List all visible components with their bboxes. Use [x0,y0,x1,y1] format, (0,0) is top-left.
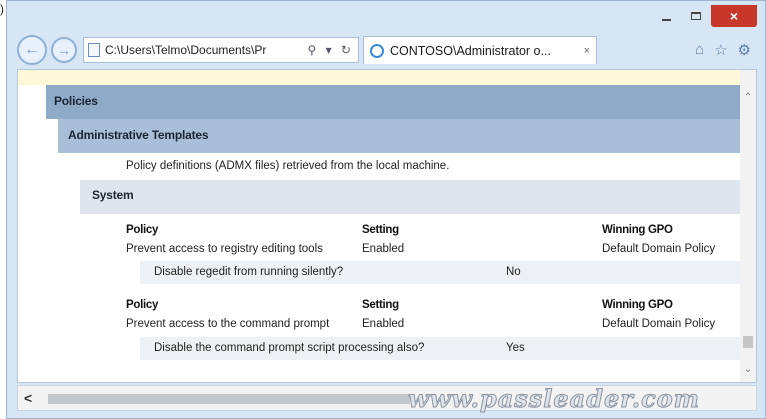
table-row: Prevent access to the command prompt Ena… [126,316,742,334]
policy-name: Prevent access to the command prompt [126,318,330,330]
table-header-row: Policy Setting Winning GPO [126,222,742,240]
window-controls: × [651,5,757,29]
scroll-up-icon[interactable]: ⌃ [740,88,756,106]
sub-setting-row: Disable the command prompt script proces… [140,337,742,360]
favorites-icon[interactable]: ☆ [714,41,727,59]
admin-templates-header[interactable]: Administrative Templates [58,119,742,153]
col-winning-gpo: Winning GPO [602,299,673,311]
policy-setting: Enabled [362,243,405,255]
policy-setting: Enabled [362,318,405,330]
vertical-scrollbar[interactable]: ⌃ ⌄ [740,70,756,382]
ie-icon [370,43,384,58]
policies-header[interactable]: Policies [46,85,742,119]
table-row: Prevent access to registry editing tools… [126,241,742,259]
forward-button[interactable]: → [51,37,77,63]
col-setting: Setting [362,299,399,311]
tab-title[interactable]: CONTOSO\Administrator o... [390,44,578,58]
home-icon[interactable]: ⌂ [695,41,704,59]
admx-description: Policy definitions (ADMX files) retrieve… [126,160,450,172]
horizontal-scroll-thumb[interactable] [48,394,410,404]
scroll-thumb[interactable] [743,336,753,348]
minimize-button[interactable] [651,5,681,27]
browser-tab[interactable]: CONTOSO\Administrator o... × [363,36,597,64]
back-button[interactable]: ← [17,35,47,65]
address-text[interactable]: C:\Users\Telmo\Documents\Pr [105,43,302,57]
col-winning-gpo: Winning GPO [602,224,673,236]
page-content: Policies Administrative Templates Policy… [17,69,757,383]
sub-setting-row: Disable regedit from running silently? N… [140,261,742,284]
browser-icons: ⌂ ☆ ⚙ [695,41,755,59]
sub-setting-value: Yes [506,342,525,354]
browser-window: × ← → C:\Users\Telmo\Documents\Pr ⚲ ▾ ↻ … [6,0,766,419]
scroll-left-icon[interactable]: < [24,390,32,406]
settings-icon[interactable]: ⚙ [738,41,751,59]
col-policy: Policy [126,299,159,311]
policy-gpo: Default Domain Policy [602,318,716,330]
address-tools[interactable]: ⚲ ▾ ↻ [307,43,354,57]
table-header-row: Policy Setting Winning GPO [126,297,742,315]
info-strip [18,70,756,85]
sub-setting-value: No [506,266,521,278]
maximize-icon [691,12,701,20]
close-button[interactable]: × [711,5,757,27]
sub-setting-label: Disable regedit from running silently? [154,266,344,278]
policy-name: Prevent access to registry editing tools [126,243,323,255]
address-bar[interactable]: C:\Users\Telmo\Documents\Pr ⚲ ▾ ↻ [83,37,359,63]
system-header[interactable]: System [80,180,742,214]
maximize-button[interactable] [681,5,711,27]
page-icon [88,43,100,57]
sub-setting-label: Disable the command prompt script proces… [154,342,425,354]
scroll-down-icon[interactable]: ⌄ [740,360,756,378]
browser-toolbar: ← → C:\Users\Telmo\Documents\Pr ⚲ ▾ ↻ CO… [17,33,755,67]
policy-gpo: Default Domain Policy [602,243,716,255]
tab-close-icon[interactable]: × [584,45,590,57]
minimize-icon [661,19,671,21]
watermark: www.passleader.com [407,384,701,414]
col-policy: Policy [126,224,159,236]
col-setting: Setting [362,224,399,236]
